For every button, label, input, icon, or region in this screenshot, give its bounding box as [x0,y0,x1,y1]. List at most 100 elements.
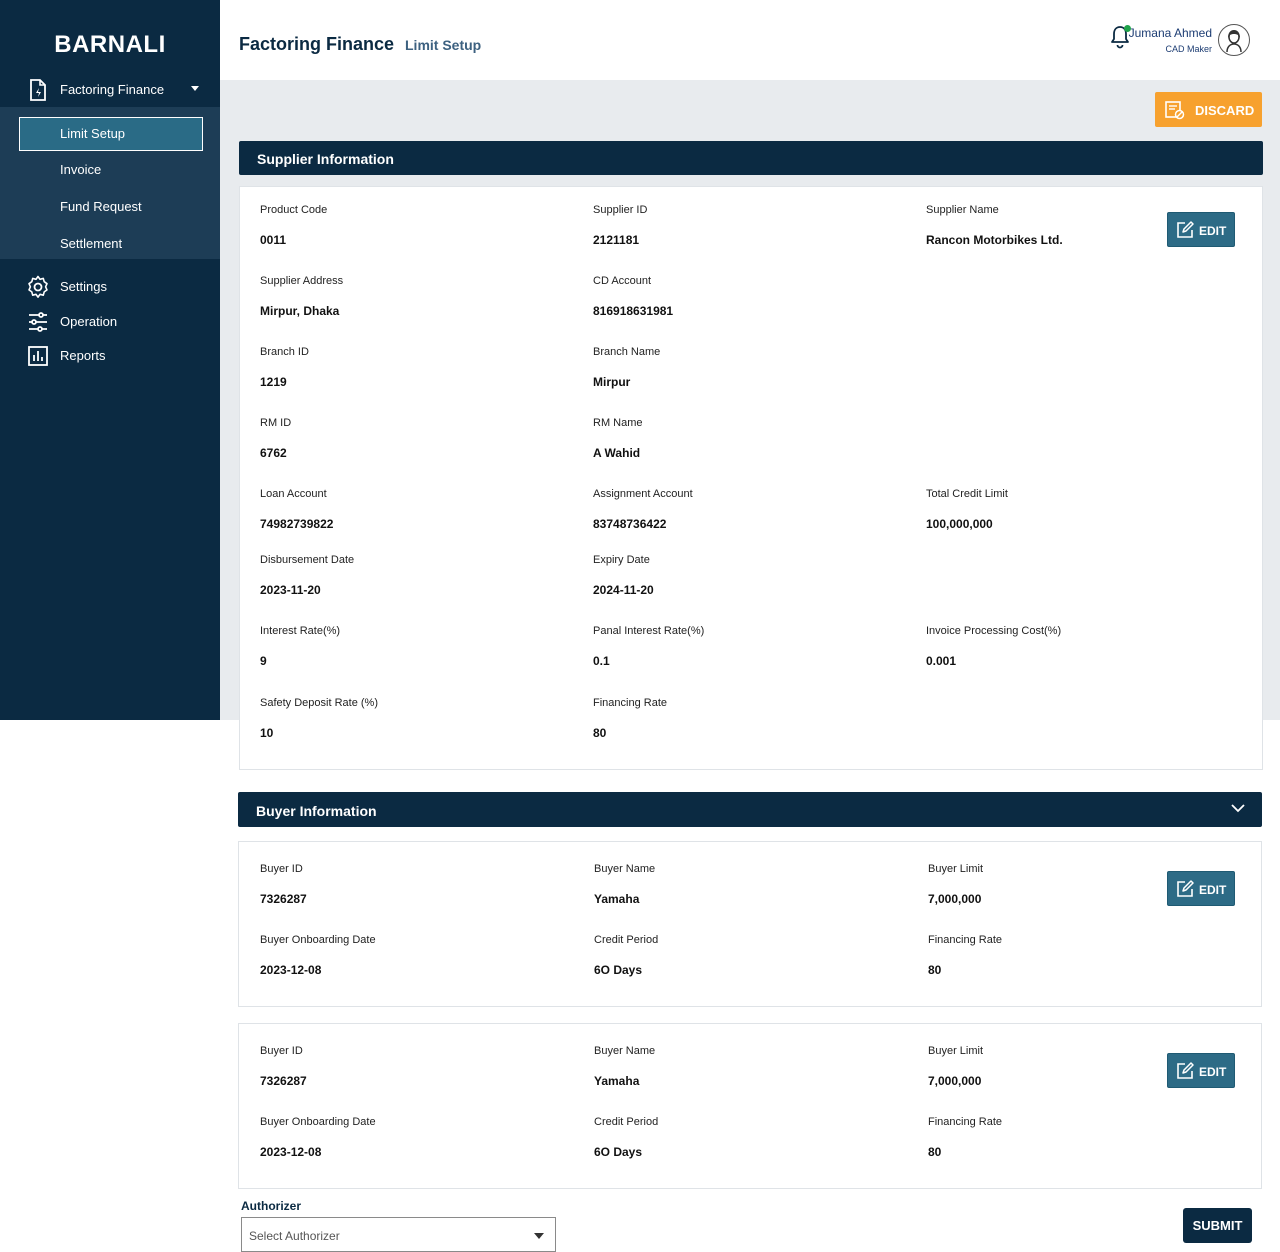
field-value: 7,000,000 [928,892,982,906]
field-label: Buyer Limit [928,1045,984,1057]
field-value: Yamaha [594,892,640,906]
supplier-card: Product Code 0011 Supplier ID 2121181 Supp… [239,186,1263,770]
field-label: CD Account [593,275,652,287]
field-buyer-id: Buyer ID 7326287 [260,863,307,906]
field-product-code: Product Code 0011 [260,204,327,247]
field-label: Supplier ID [593,204,648,216]
avatar[interactable] [1218,24,1250,56]
field-value: 100,000,000 [926,517,993,531]
sidebar-item-settings[interactable]: Settings [0,272,220,302]
page-title: Factoring Finance [239,34,395,54]
field-label: Supplier Name [926,204,999,216]
field-buyer-name: Buyer Name Yamaha [594,1045,655,1088]
field-value: 2023-11-20 [260,583,321,597]
field-label: Financing Rate [928,1116,1002,1128]
authorizer-label: Authorizer [241,1199,301,1213]
field-buyer-limit: Buyer Limit 7,000,000 [928,1045,983,1088]
sidebar-item-limit-setup[interactable]: Limit Setup [19,117,203,151]
sidebar-submenu: Limit Setup Invoice Fund Request Settlem… [0,107,220,259]
field-rm-name: RM Name A Wahid [593,417,643,460]
field-value: 2024-11-20 [593,583,654,597]
sidebar-item-label: Operation [60,314,118,329]
field-credit-period: Credit Period 6O Days [594,1116,658,1159]
sidebar-item-factoring-finance[interactable]: Factoring Finance [0,73,220,107]
field-cd-account: CD Account 816918631981 [593,275,673,318]
user-icon [1226,30,1242,53]
sidebar-item-reports[interactable]: Reports [0,341,220,371]
field-rm-id: RM ID 6762 [260,417,291,460]
field-label: Total Credit Limit [926,488,1008,500]
buyer-card: Buyer ID 7326287 Buyer Name Yamaha Buyer L… [238,841,1262,1007]
field-value: 816918631981 [593,304,674,318]
edit-icon [1176,1062,1194,1080]
field-label: Assignment Account [593,488,693,500]
sidebar-item-settlement[interactable]: Settlement [19,228,203,262]
field-label: Financing Rate [593,697,667,709]
field-label: Buyer ID [260,863,303,875]
field-label: Supplier Address [260,275,344,287]
edit-supplier-button[interactable]: EDIT [1167,212,1235,247]
sidebar-item-invoice[interactable]: Invoice [19,154,203,188]
field-buyer-name: Buyer Name Yamaha [594,863,655,906]
sidebar-item-operation[interactable]: Operation [0,307,220,337]
field-label: Buyer Onboarding Date [260,1116,376,1128]
sidebar-item-fund-request[interactable]: Fund Request [19,191,203,225]
breadcrumb[interactable]: Limit Setup [405,37,481,53]
document-icon [27,78,49,102]
field-value: 7326287 [260,1074,307,1088]
sidebar-item-label: Settings [60,279,107,294]
field-label: Buyer Name [594,1045,656,1057]
field-label: Expiry Date [593,554,650,566]
field-financing-rate: Financing Rate 80 [928,934,1002,977]
discard-icon [1165,100,1185,120]
field-value: 0.001 [926,654,957,668]
edit-icon [1176,880,1194,898]
field-safety-deposit-rate: Safety Deposit Rate (%) 10 [260,697,378,740]
field-value: 2023-12-08 [260,1145,322,1159]
field-value: Yamaha [594,1074,640,1088]
field-expiry-date: Expiry Date 2024-11-20 [593,554,654,597]
field-label: Product Code [260,204,328,216]
field-interest-rate: Interest Rate(%) 9 [260,625,340,668]
field-label: Credit Period [594,934,659,946]
field-label: Safety Deposit Rate (%) [260,697,378,709]
field-label: RM Name [593,417,643,429]
field-value: Mirpur, Dhaka [260,304,340,318]
field-financing-rate: Financing Rate 80 [928,1116,1002,1159]
field-label: Interest Rate(%) [260,625,341,637]
field-loan-account: Loan Account 74982739822 [260,488,333,531]
submit-button[interactable]: SUBMIT [1183,1208,1252,1243]
field-value: 83748736422 [593,517,667,531]
brand-logo: BARNALI [54,31,166,58]
sliders-icon [26,310,50,334]
field-disbursement-date: Disbursement Date 2023-11-20 [260,554,354,597]
field-invoice-processing-cost: Invoice Processing Cost(%) 0.001 [926,625,1061,668]
buyer-section-header[interactable]: Buyer Information [238,792,1262,827]
discard-label: DISCARD [1195,103,1255,118]
discard-button[interactable]: DISCARD [1155,92,1262,127]
edit-label: EDIT [1199,224,1227,238]
authorizer-select[interactable]: Select Authorizer [241,1217,556,1252]
field-value: 6O Days [594,963,643,977]
user-role: CAD Maker [1165,44,1212,54]
field-value: 0.1 [593,654,610,668]
field-value: 0011 [260,233,287,247]
supplier-section-header: Supplier Information [239,141,1263,175]
field-label: Buyer Limit [928,863,984,875]
field-value: 74982739822 [260,517,334,531]
edit-label: EDIT [1199,1065,1227,1079]
field-credit-period: Credit Period 6O Days [594,934,658,977]
field-label: Financing Rate [928,934,1002,946]
field-value: 9 [260,654,267,668]
field-label: Panal Interest Rate(%) [593,625,705,637]
edit-buyer-button[interactable]: EDIT [1167,1053,1235,1088]
authorizer-placeholder: Select Authorizer [249,1229,340,1243]
field-label: Buyer Name [594,863,656,875]
edit-buyer-button[interactable]: EDIT [1167,871,1235,906]
field-label: Disbursement Date [260,554,355,566]
chevron-down-icon[interactable] [1230,800,1246,816]
field-value: 7,000,000 [928,1074,982,1088]
field-label: Invoice Processing Cost(%) [926,625,1062,637]
chart-icon [26,344,50,368]
sidebar-item-label: Reports [60,348,106,363]
